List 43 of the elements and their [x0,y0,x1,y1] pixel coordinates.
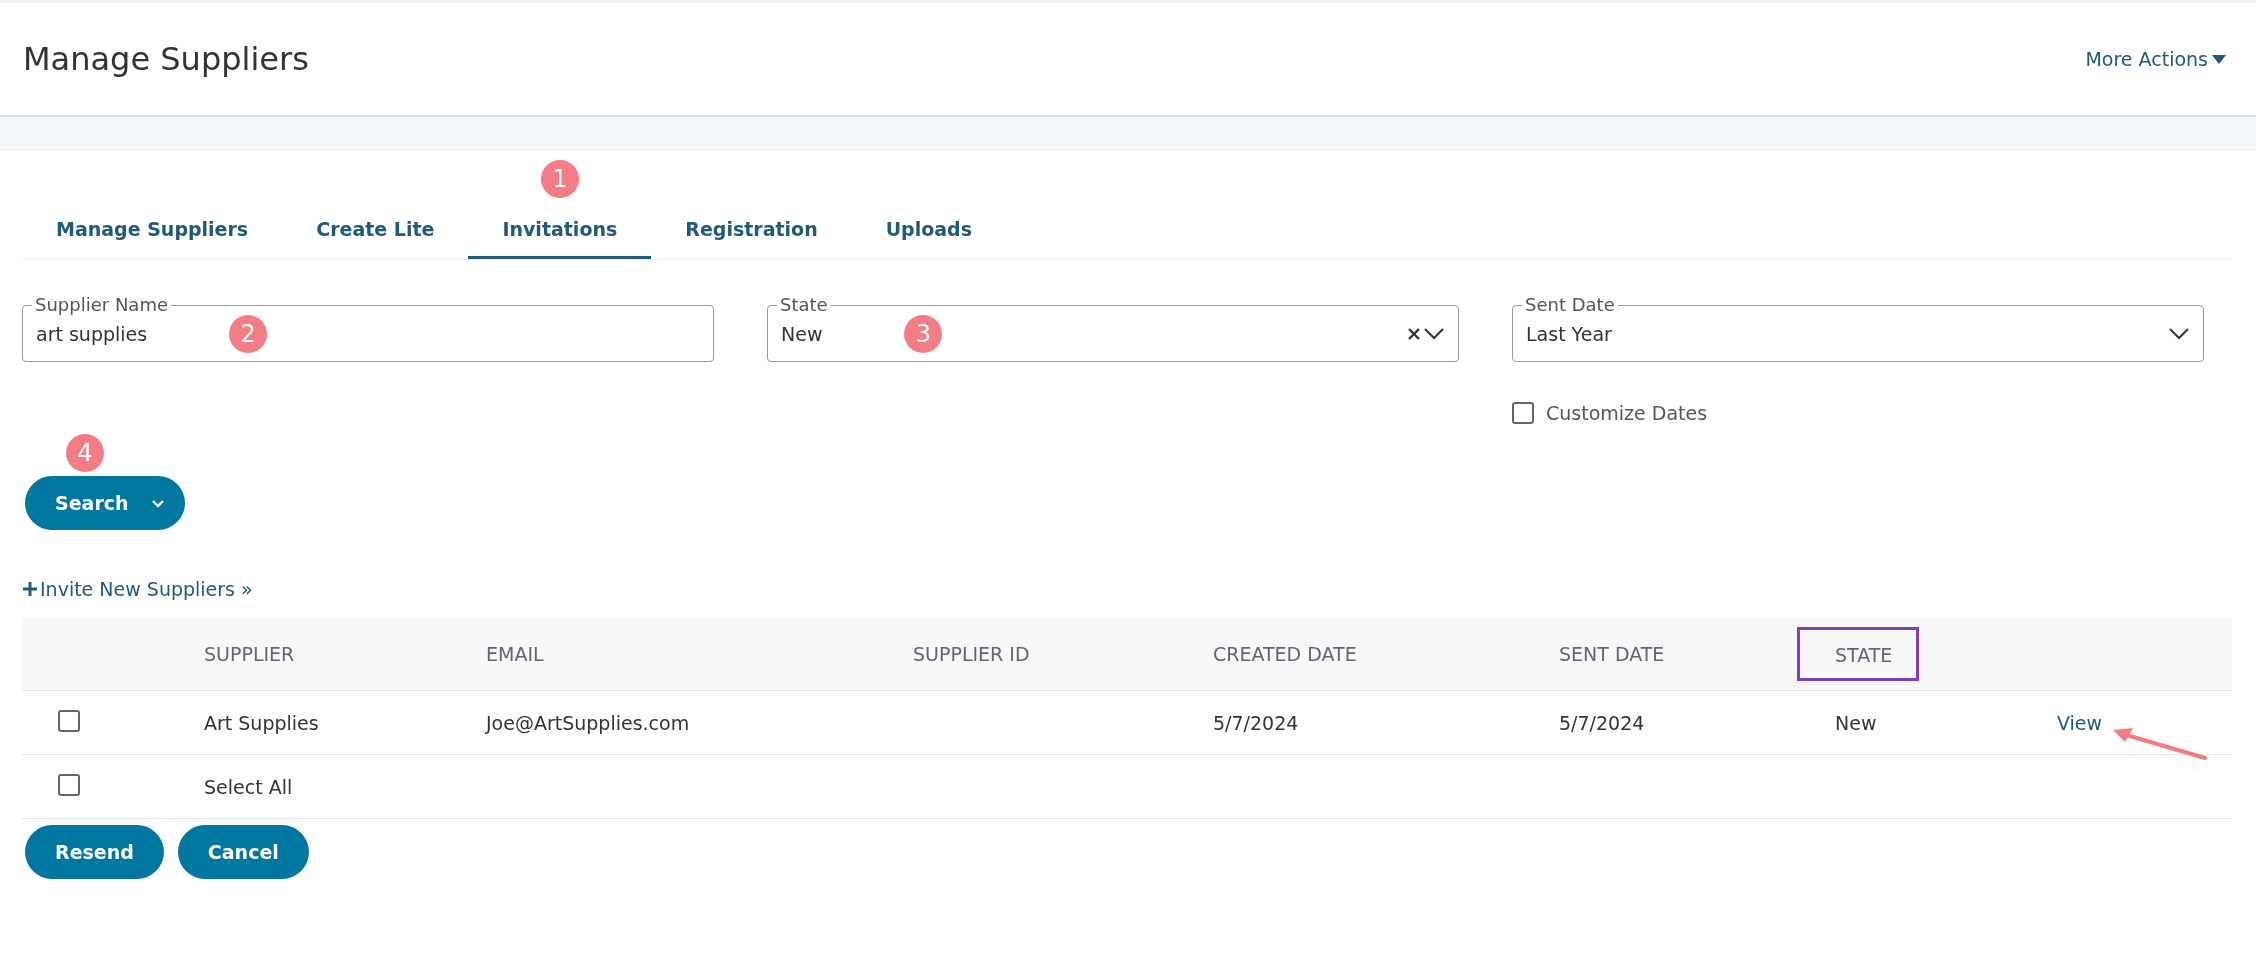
table-cell: 5/7/2024 [1213,711,1299,734]
chevron-down-icon [150,498,165,508]
action-button[interactable]: Resend [25,825,164,879]
chevron-down-icon[interactable] [2169,328,2189,340]
column-header: SENT DATE [1559,643,1665,665]
column-header: EMAIL [486,643,544,665]
table-cell: Art Supplies [204,711,319,734]
select-all-label: Select All [204,775,293,798]
select-field[interactable]: State New 3 [767,296,1459,362]
column-header: SUPPLIER ID [913,643,1030,665]
table-cell: 5/7/2024 [1559,711,1645,734]
callout-badge: 2 [229,315,268,353]
tab[interactable]: Uploads [851,204,1006,259]
view-link[interactable]: View [2057,711,2103,734]
field-label: Supplier Name [34,296,169,314]
tab[interactable]: Registration [651,204,852,259]
clear-icon[interactable] [1408,328,1420,340]
tab[interactable]: Manage Suppliers [22,204,283,259]
more-actions-link[interactable]: More Actions [2085,48,2226,70]
page-title: Manage Suppliers [23,40,309,78]
input-field[interactable]: Supplier Name art supplies 2 [22,296,714,362]
chevron-down-icon[interactable] [1424,328,1444,340]
select-field[interactable]: Sent Date Last Year [1512,296,2204,362]
table-cell: New [1835,711,1877,734]
callout-badge: 4 [66,434,104,472]
caret-icon [2212,54,2226,64]
column-header: CREATED DATE [1213,643,1357,665]
action-button[interactable]: Cancel [177,825,309,879]
table-cell: Joe@ArtSupplies.com [486,711,690,734]
callout-badge: 1 [540,160,579,198]
checkbox[interactable] [1512,402,1534,424]
column-header: STATE [1800,630,1917,678]
callout-badge: 3 [904,315,943,353]
checkbox[interactable] [58,773,80,796]
column-header: SUPPLIER [204,643,295,665]
checkbox-label: Customize Dates [1546,402,1708,424]
search-button[interactable]: Search [25,476,185,530]
field-label: State [779,296,829,314]
invite-link[interactable]: Invite New Suppliers » [22,578,2232,600]
checkbox[interactable] [58,709,80,732]
plus-icon [22,581,38,597]
field-label: Sent Date [1524,296,1616,314]
tab[interactable]: Create Lite [282,204,469,259]
